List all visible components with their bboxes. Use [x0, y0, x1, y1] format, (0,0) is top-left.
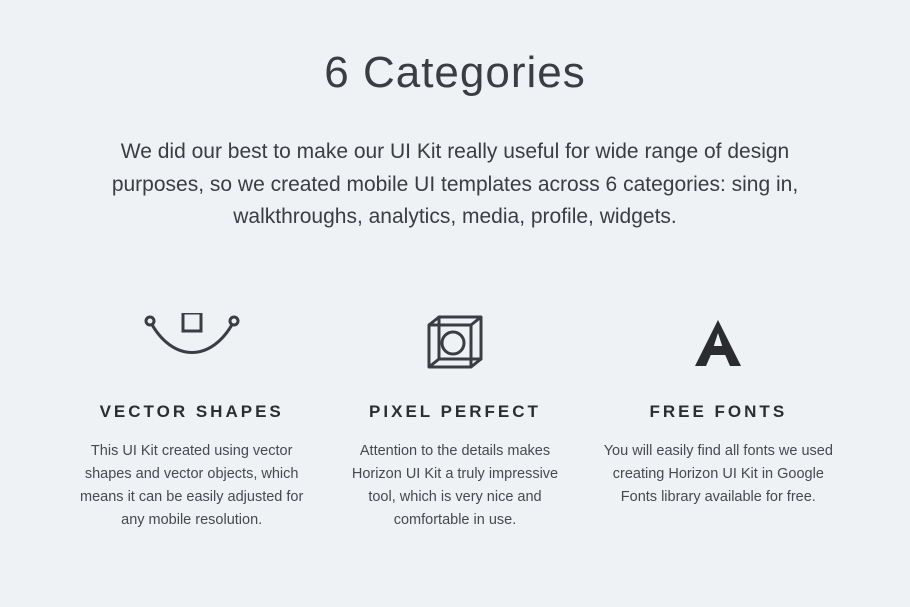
letter-a-icon: [597, 304, 840, 382]
feature-free-fonts: FREE FONTS You will easily find all font…: [597, 304, 840, 533]
page-subtitle: We did our best to make our UI Kit reall…: [75, 136, 835, 234]
feature-text: Attention to the details makes Horizon U…: [333, 440, 576, 533]
vector-pen-icon: [70, 304, 313, 382]
page-title: 6 Categories: [70, 48, 840, 98]
feature-title: FREE FONTS: [597, 402, 840, 422]
feature-text: You will easily find all fonts we used c…: [597, 440, 840, 510]
page-content: 6 Categories We did our best to make our…: [0, 0, 910, 532]
feature-vector-shapes: VECTOR SHAPES This UI Kit created using …: [70, 304, 313, 533]
feature-title: PIXEL PERFECT: [333, 402, 576, 422]
cube-icon: [333, 304, 576, 382]
features-row: VECTOR SHAPES This UI Kit created using …: [70, 304, 840, 533]
feature-title: VECTOR SHAPES: [70, 402, 313, 422]
feature-pixel-perfect: PIXEL PERFECT Attention to the details m…: [333, 304, 576, 533]
feature-text: This UI Kit created using vector shapes …: [70, 440, 313, 533]
